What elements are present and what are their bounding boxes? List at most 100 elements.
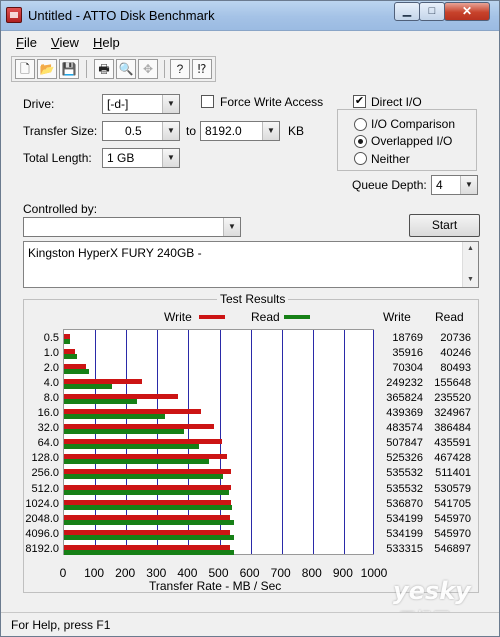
read-value: 235520 <box>434 392 471 405</box>
open-folder-icon[interactable]: 📂 <box>37 59 57 79</box>
category-label: 256.0 <box>31 467 59 480</box>
category-label: 1.0 <box>43 347 59 360</box>
drive-label: Drive: <box>23 97 55 111</box>
read-value: 20736 <box>440 332 471 344</box>
status-bar: For Help, press F1 <box>1 612 499 636</box>
legend-read-label: Read <box>251 310 280 324</box>
menu-view-label: iew <box>59 35 79 50</box>
overlapped-io-label: Overlapped I/O <box>371 134 453 148</box>
category-label: 8.0 <box>43 392 59 405</box>
results-chart <box>63 329 374 555</box>
transfer-size-from-select[interactable]: 0.5 ▼ <box>102 121 180 141</box>
new-document-icon[interactable]: 🗋 <box>15 59 35 79</box>
print-preview-icon[interactable]: 🔍 <box>116 59 136 79</box>
drive-value: [-d-] <box>107 97 129 111</box>
drive-select[interactable]: [-d-] ▼ <box>102 94 180 114</box>
controlled-by-label: Controlled by: <box>23 202 98 216</box>
bar-read <box>64 369 90 375</box>
results-title: Test Results <box>217 292 289 306</box>
transfer-to-label: to <box>186 124 197 138</box>
io-comparison-radio[interactable] <box>354 118 367 131</box>
description-scrollbar[interactable]: ▲ ▼ <box>462 242 478 287</box>
help-icon[interactable]: ? <box>170 59 190 79</box>
description-textarea[interactable]: Kingston HyperX FURY 240GB - ▲ ▼ <box>23 241 479 288</box>
chevron-down-icon[interactable]: ▼ <box>162 149 179 167</box>
bar-read <box>64 429 185 435</box>
maximize-button[interactable]: □ <box>419 2 445 21</box>
chevron-down-icon[interactable]: ▼ <box>162 122 179 140</box>
bar-read <box>64 549 235 555</box>
force-write-checkbox[interactable] <box>201 95 214 108</box>
neither-radio[interactable] <box>354 152 367 165</box>
start-button[interactable]: Start <box>409 214 480 237</box>
chevron-down-icon[interactable]: ▼ <box>162 95 179 113</box>
total-length-select[interactable]: 1 GB ▼ <box>102 148 180 168</box>
total-length-label: Total Length: <box>23 151 92 165</box>
read-value: 155648 <box>434 377 471 390</box>
gridline <box>373 330 374 554</box>
gridline <box>343 330 345 554</box>
menu-help[interactable]: Help <box>93 35 120 50</box>
toolbar-separator <box>86 60 87 78</box>
category-label: 0.5 <box>43 332 59 344</box>
start-button-label: Start <box>431 218 458 232</box>
context-help-icon[interactable]: ⁉ <box>192 59 212 79</box>
chevron-down-icon[interactable]: ▼ <box>460 176 477 194</box>
toolbar: 🗋 📂 💾 🖶 🔍 ✥ ? ⁉ <box>11 56 216 82</box>
write-value: 35916 <box>392 347 423 360</box>
direct-io-checkbox[interactable]: ✔ <box>353 95 366 108</box>
toolbar-separator <box>164 60 165 78</box>
category-label: 128.0 <box>31 452 59 465</box>
print-icon[interactable]: 🖶 <box>94 59 114 79</box>
close-button[interactable]: ✕ <box>444 2 490 21</box>
category-label: 4.0 <box>43 377 59 390</box>
read-value: 530579 <box>434 482 471 495</box>
bar-read <box>64 504 233 510</box>
chevron-down-icon[interactable]: ▼ <box>223 218 240 236</box>
category-label: 512.0 <box>31 482 59 495</box>
save-icon[interactable]: 💾 <box>59 59 79 79</box>
write-value: 483574 <box>386 422 423 435</box>
menu-file[interactable]: File <box>16 35 37 50</box>
menu-view[interactable]: View <box>51 35 79 50</box>
x-tick-label: 1000 <box>360 566 388 580</box>
gridline <box>312 330 314 554</box>
read-value: 324967 <box>434 407 471 420</box>
controlled-by-select[interactable]: ▼ <box>23 217 241 237</box>
queue-depth-select[interactable]: 4 ▼ <box>431 175 478 195</box>
scroll-down-icon[interactable]: ▼ <box>463 276 478 283</box>
bar-read <box>64 414 166 420</box>
read-value: 80493 <box>440 362 471 375</box>
category-label: 64.0 <box>37 437 59 450</box>
transfer-from-value: 0.5 <box>125 124 142 138</box>
bar-read <box>64 399 138 405</box>
move-icon[interactable]: ✥ <box>138 59 158 79</box>
transfer-unit-label: KB <box>288 124 305 138</box>
read-value: 467428 <box>434 452 471 465</box>
legend-write-label: Write <box>164 310 192 324</box>
minimize-button[interactable]: ▁ <box>394 2 420 21</box>
write-value: 536870 <box>386 497 423 510</box>
bar-read <box>64 444 200 450</box>
category-label: 1024.0 <box>25 497 59 510</box>
legend-read-swatch <box>284 315 310 319</box>
write-value: 534199 <box>386 527 423 540</box>
category-label: 32.0 <box>37 422 59 435</box>
write-value: 535532 <box>386 482 423 495</box>
gridline <box>281 330 283 554</box>
legend-write-swatch <box>199 315 225 319</box>
overlapped-io-radio[interactable] <box>354 135 367 148</box>
bar-read <box>64 459 210 465</box>
menu-help-key: H <box>93 35 103 50</box>
bar-read <box>64 519 234 525</box>
force-write-label: Force Write Access <box>220 95 324 109</box>
write-value: 365824 <box>386 392 423 405</box>
scroll-up-icon[interactable]: ▲ <box>463 245 478 252</box>
description-text: Kingston HyperX FURY 240GB - <box>28 246 202 260</box>
window-title: Untitled - ATTO Disk Benchmark <box>28 8 215 23</box>
transfer-size-to-select[interactable]: 8192.0 ▼ <box>200 121 280 141</box>
queue-depth-value: 4 <box>436 178 443 192</box>
chevron-down-icon[interactable]: ▼ <box>262 122 279 140</box>
title-bar[interactable]: Untitled - ATTO Disk Benchmark ▁ □ ✕ <box>1 1 499 31</box>
write-value: 533315 <box>386 542 423 555</box>
